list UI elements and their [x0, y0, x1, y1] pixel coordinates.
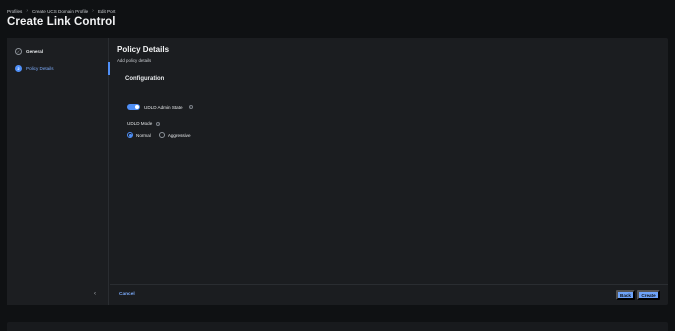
- breadcrumb: Profiles › Create UCS Domain Profile › E…: [7, 8, 115, 14]
- udld-admin-state-toggle[interactable]: [127, 104, 140, 110]
- udld-mode-label: UDLD Mode: [127, 121, 153, 126]
- policy-details-content: Policy Details Add policy details Config…: [110, 38, 668, 305]
- udld-admin-state-label: UDLD Admin State: [144, 104, 183, 110]
- wizard-steps-nav: ✓ General 2 Policy Details ‹: [7, 38, 109, 305]
- breadcrumb-separator: ›: [92, 8, 94, 14]
- breadcrumb-separator: ›: [26, 8, 28, 14]
- collapse-nav-chevron-icon[interactable]: ‹: [94, 291, 96, 297]
- step-number-icon: 2: [15, 65, 22, 72]
- radio-aggressive[interactable]: [158, 132, 165, 138]
- step-general[interactable]: ✓ General: [15, 48, 43, 55]
- info-icon[interactable]: i: [156, 121, 161, 126]
- step-policy-details[interactable]: 2 Policy Details: [15, 65, 54, 72]
- configuration-title: Configuration: [125, 76, 165, 82]
- section-subtitle: Add policy details: [117, 58, 152, 63]
- cancel-button[interactable]: Cancel: [119, 292, 135, 297]
- udld-admin-state-row: UDLD Admin State i: [127, 104, 193, 110]
- breadcrumb-create-ucs-domain-profile[interactable]: Create UCS Domain Profile: [32, 9, 88, 14]
- create-button[interactable]: Create: [637, 290, 660, 300]
- udld-mode-normal-option[interactable]: Normal: [127, 132, 151, 138]
- udld-mode-aggressive-option[interactable]: Aggressive: [158, 132, 191, 138]
- udld-mode-radio-group: Normal Aggressive: [127, 132, 191, 138]
- step-policy-details-label: Policy Details: [26, 66, 54, 71]
- page-title: Create Link Control: [7, 16, 116, 28]
- udld-mode-label-row: UDLD Mode i: [127, 121, 161, 126]
- wizard-panel: ✓ General 2 Policy Details ‹ Policy Deta…: [7, 38, 668, 305]
- info-icon[interactable]: i: [188, 105, 193, 109]
- breadcrumb-edit-port[interactable]: Edit Port: [98, 9, 116, 14]
- wizard-footer: Cancel Back Create: [110, 284, 668, 305]
- section-title: Policy Details: [117, 45, 170, 54]
- bottom-panel-edge: [7, 322, 668, 331]
- step-general-label: General: [26, 49, 44, 54]
- breadcrumb-profiles[interactable]: Profiles: [7, 9, 22, 14]
- radio-aggressive-label: Aggressive: [167, 132, 191, 138]
- back-button[interactable]: Back: [616, 290, 635, 300]
- radio-normal-label: Normal: [136, 132, 151, 138]
- radio-normal[interactable]: [127, 132, 133, 138]
- check-icon: ✓: [15, 48, 22, 55]
